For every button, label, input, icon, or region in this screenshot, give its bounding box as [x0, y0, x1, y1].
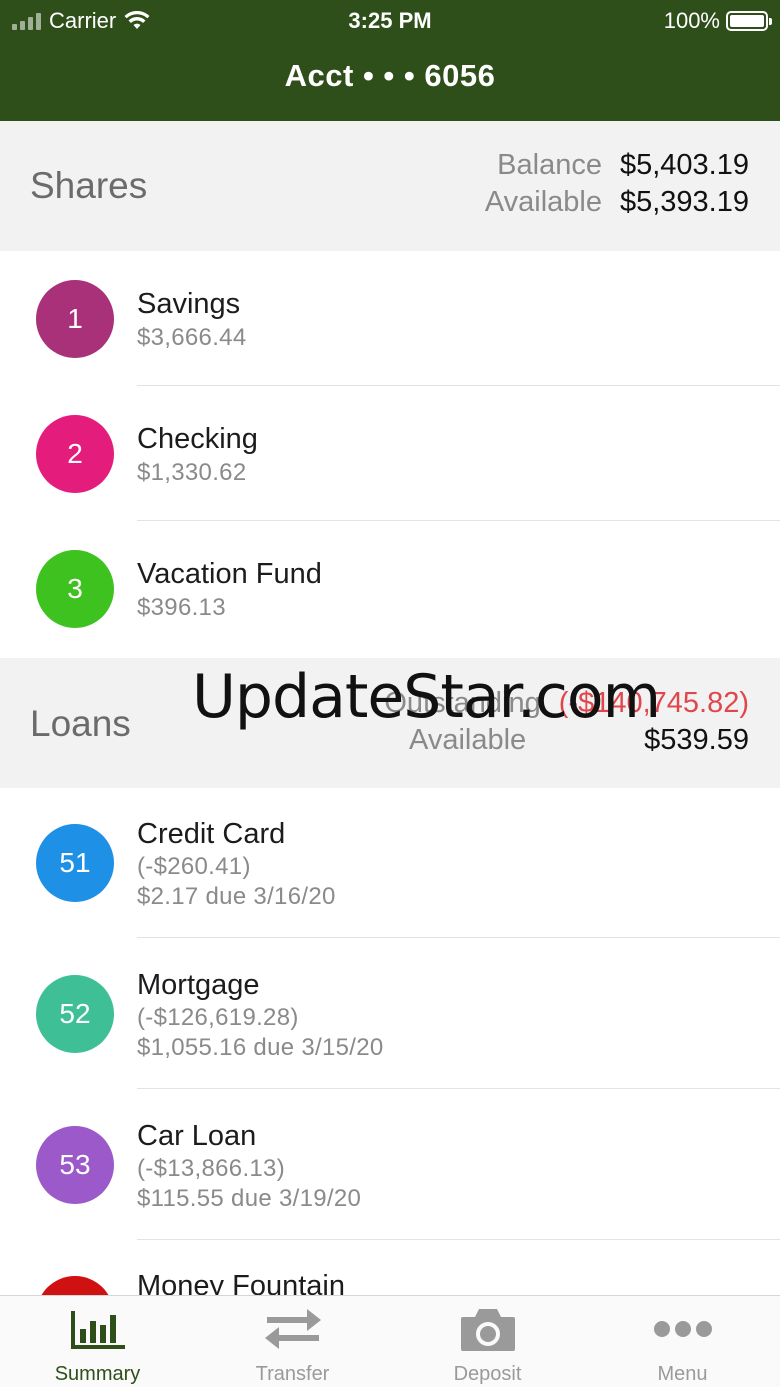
- tab-deposit[interactable]: Deposit: [390, 1296, 585, 1387]
- available-value: $5,393.19: [619, 186, 749, 218]
- status-bar-right: 100%: [663, 8, 772, 34]
- tab-transfer[interactable]: Transfer: [195, 1296, 390, 1387]
- battery-icon: [726, 11, 772, 31]
- tab-label: Transfer: [255, 1363, 330, 1385]
- balance-value: $5,403.19: [619, 149, 749, 181]
- account-number-badge: 51: [36, 824, 114, 902]
- loan-balance: (-$13,866.13): [137, 1155, 285, 1182]
- account-number-badge: 2: [36, 415, 114, 493]
- transfer-arrows-icon: [195, 1304, 390, 1354]
- share-row-checking[interactable]: 2 Checking $1,330.62: [0, 386, 780, 521]
- share-row-savings[interactable]: 1 Savings $3,666.44: [0, 251, 780, 386]
- loan-due: $2.17 due 3/16/20: [137, 883, 336, 910]
- loan-row-mortgage[interactable]: 52 Mortgage (-$126,619.28) $1,055.16 due…: [0, 938, 780, 1089]
- shares-section-header: Shares Balance $5,403.19 Available $5,39…: [0, 121, 780, 251]
- loan-name: Money Fountain: [137, 1270, 345, 1295]
- bar-chart-icon: [0, 1304, 195, 1354]
- loan-due: $1,055.16 due 3/15/20: [137, 1034, 384, 1061]
- tab-summary[interactable]: Summary: [0, 1296, 195, 1387]
- page-title: Acct • • • 6056: [284, 58, 496, 93]
- account-number-badge: 52: [36, 975, 114, 1053]
- shares-summary: Balance $5,403.19 Available $5,393.19: [485, 149, 749, 223]
- share-row-vacation-fund[interactable]: 3 Vacation Fund $396.13: [0, 521, 780, 658]
- app-header: Carrier 3:25 PM 100% Acct • • • 6056: [0, 0, 780, 121]
- loan-due: $115.55 due 3/19/20: [137, 1185, 362, 1212]
- account-name: Checking: [137, 423, 258, 455]
- loan-balance: (-$260.41): [137, 853, 251, 880]
- battery-percent: 100%: [663, 8, 720, 33]
- tab-bar: Summary Transfer Deposit Menu: [0, 1295, 780, 1387]
- loan-row-money-fountain[interactable]: Money Fountain: [0, 1240, 780, 1295]
- account-number-badge: [36, 1276, 114, 1295]
- shares-title: Shares: [30, 165, 148, 206]
- tab-label: Menu: [657, 1363, 708, 1385]
- account-name: Savings: [137, 288, 241, 320]
- loan-row-credit-card[interactable]: 51 Credit Card (-$260.41) $2.17 due 3/16…: [0, 788, 780, 938]
- account-number-badge: 1: [36, 280, 114, 358]
- loan-name: Car Loan: [137, 1120, 257, 1152]
- loan-balance: (-$126,619.28): [137, 1004, 299, 1031]
- account-name: Vacation Fund: [137, 558, 322, 590]
- available-label: Available: [484, 186, 602, 218]
- loans-title: Loans: [30, 703, 131, 744]
- account-amount: $3,666.44: [137, 324, 247, 351]
- tab-label: Summary: [54, 1363, 141, 1385]
- balance-label: Balance: [497, 149, 602, 181]
- tab-menu[interactable]: Menu: [585, 1296, 780, 1387]
- loan-row-car-loan[interactable]: 53 Car Loan (-$13,866.13) $115.55 due 3/…: [0, 1089, 780, 1240]
- camera-icon: [390, 1304, 585, 1354]
- more-dots-icon: [585, 1304, 780, 1354]
- account-amount: $1,330.62: [137, 459, 247, 486]
- account-number-badge: 53: [36, 1126, 114, 1204]
- watermark: UpdateStar.com: [192, 662, 661, 732]
- loan-name: Credit Card: [137, 818, 286, 850]
- account-number-badge: 3: [36, 550, 114, 628]
- tab-label: Deposit: [453, 1363, 522, 1385]
- loan-name: Mortgage: [137, 969, 260, 1001]
- status-bar: Carrier 3:25 PM 100%: [0, 0, 780, 40]
- account-amount: $396.13: [137, 594, 226, 621]
